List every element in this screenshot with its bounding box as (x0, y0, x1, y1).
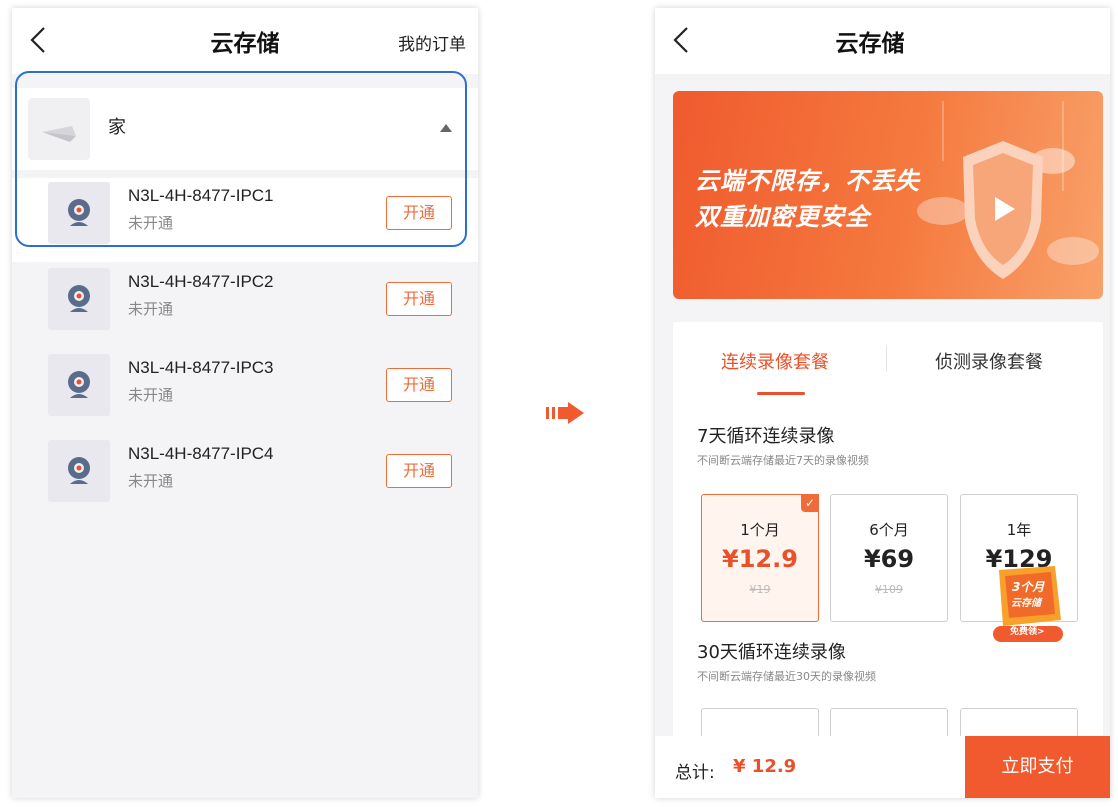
promo-banner: 云端不限存，不丢失 双重加密更安全 (673, 91, 1103, 299)
device-status: 未开通 (128, 300, 174, 318)
badge-text-product: 云存储 (1011, 598, 1041, 609)
camera-icon (68, 285, 90, 312)
activate-button[interactable]: 开通 (386, 454, 452, 488)
plan-option-1month[interactable]: ✓ 1个月 ¥12.9 ¥19 (701, 494, 819, 622)
header-bar: 云存储 我的订单 (12, 8, 478, 74)
device-name: N3L-4H-8477-IPC4 (128, 444, 274, 463)
device-status: 未开通 (128, 472, 174, 490)
camera-icon (68, 371, 90, 398)
my-orders-link[interactable]: 我的订单 (398, 30, 466, 55)
plan-original-price: ¥19 (749, 583, 771, 596)
cloud-storage-purchase-screen: 云存储 云端不限存，不丢失 双重加密更安全 连续录像套餐 侦测录像套餐 7天循环… (655, 8, 1110, 798)
plan-period: 1年 (1006, 521, 1032, 539)
plan-30day-title: 30天循环连续录像 (697, 642, 846, 663)
device-name: N3L-4H-8477-IPC3 (128, 358, 274, 377)
camera-thumbnail (48, 440, 110, 502)
checkout-footer: 总计: ¥ 12.9 立即支付 (655, 736, 1110, 798)
plan-7day-title: 7天循环连续录像 (697, 426, 835, 447)
total-value: ¥ 12.9 (733, 756, 797, 777)
camera-thumbnail (48, 354, 110, 416)
shield-icon (917, 101, 1099, 279)
plan-30day-description: 不间断云端存储最近30天的录像视频 (697, 670, 876, 683)
pay-now-button[interactable]: 立即支付 (965, 736, 1110, 798)
tab-divider (886, 346, 887, 372)
activate-button[interactable]: 开通 (386, 282, 452, 316)
tab-detection-recording[interactable]: 侦测录像套餐 (935, 348, 1043, 374)
plan-period: 6个月 (869, 521, 909, 539)
device-item[interactable]: N3L-4H-8477-IPC2 未开通 开通 (12, 264, 478, 348)
plan-price: ¥69 (863, 545, 915, 573)
plan-original-price: ¥109 (875, 583, 903, 596)
checkmark-icon: ✓ (801, 494, 819, 512)
tab-continuous-recording[interactable]: 连续录像套餐 (721, 348, 829, 374)
plan-period: 1个月 (740, 521, 780, 539)
plan-panel: 连续录像套餐 侦测录像套餐 7天循环连续录像 不间断云端存储最近7天的录像视频 … (673, 322, 1103, 798)
badge-text-duration: 3个月 (1012, 580, 1045, 594)
device-item[interactable]: N3L-4H-8477-IPC4 未开通 开通 (12, 436, 478, 520)
plan-option-6month[interactable]: 6个月 ¥69 ¥109 (830, 494, 948, 622)
active-tab-indicator (757, 392, 805, 395)
plan-7day-description: 不间断云端存储最近7天的录像视频 (697, 454, 869, 467)
arrow-right-icon (546, 402, 584, 424)
highlight-annotation-box (15, 71, 467, 247)
header-bar: 云存储 (655, 8, 1110, 74)
activate-button[interactable]: 开通 (386, 368, 452, 402)
device-item[interactable]: N3L-4H-8477-IPC3 未开通 开通 (12, 350, 478, 434)
camera-icon (68, 457, 90, 484)
total-label: 总计: (675, 763, 715, 783)
device-name: N3L-4H-8477-IPC2 (128, 272, 274, 291)
page-title: 云存储 (835, 31, 905, 57)
camera-thumbnail (48, 268, 110, 330)
device-status: 未开通 (128, 386, 174, 404)
badge-text-cta[interactable]: 免费领> (1010, 624, 1045, 637)
banner-headline: 云端不限存，不丢失 (695, 167, 920, 195)
plan-price: ¥12.9 (722, 545, 798, 573)
banner-subheadline: 双重加密更安全 (695, 203, 870, 231)
